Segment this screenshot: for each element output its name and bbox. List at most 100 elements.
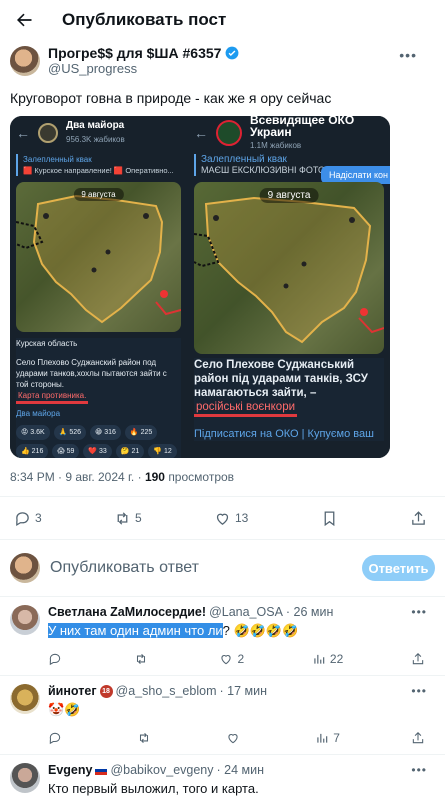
repost-count: 5 xyxy=(135,511,142,525)
repost-icon xyxy=(136,653,145,665)
comment-avatar[interactable] xyxy=(10,605,40,635)
highlighted-text: російські воєнкори xyxy=(194,400,298,417)
subscribe-link: Підписатися на ОКО | Купуємо ваш xyxy=(194,428,374,440)
repost-button[interactable] xyxy=(134,652,152,666)
message-body: Село Плехове Суджанський район під удара… xyxy=(194,359,368,399)
bookmark-button[interactable] xyxy=(321,510,338,527)
comment[interactable]: Светлана ZаМилосердие! @Lana_OSA · 26 ми… xyxy=(0,597,445,675)
comment-time[interactable]: · 17 мин xyxy=(219,684,267,698)
user-avatar xyxy=(10,553,40,583)
map-date-tag: 9 августа xyxy=(73,188,124,201)
comment-text: Кто первый выложил, того и карта. xyxy=(48,781,259,796)
share-icon xyxy=(412,510,425,525)
back-arrow-icon: ← xyxy=(16,125,30,141)
post-actions: 3 5 13 xyxy=(0,497,445,539)
reply-submit-button[interactable]: Ответить xyxy=(362,555,435,581)
share-button[interactable] xyxy=(411,731,425,745)
reply-button[interactable]: 3 xyxy=(14,510,42,527)
repost-button[interactable] xyxy=(137,731,155,745)
views-count: 190 xyxy=(144,470,165,484)
map-image: 9 августа xyxy=(16,182,181,332)
comment-avatar[interactable] xyxy=(10,684,40,714)
heart-icon xyxy=(228,734,238,744)
comment-author-handle[interactable]: @babikov_evgeny xyxy=(110,763,213,777)
signature: Два майора xyxy=(16,409,61,418)
reply-icon xyxy=(16,511,29,526)
views-button[interactable]: 22 xyxy=(312,652,343,666)
map-date-tag: 9 августа xyxy=(259,188,319,203)
region-label: Курская область xyxy=(16,339,78,348)
post-text: Круговорот говна в природе - как же я ор… xyxy=(10,90,332,106)
more-options-icon[interactable]: ••• xyxy=(399,47,417,63)
like-count: 13 xyxy=(235,511,249,525)
reply-icon xyxy=(49,653,61,666)
author-handle[interactable]: @US_progress xyxy=(48,61,239,77)
back-arrow-icon: ← xyxy=(194,125,208,141)
reply-button[interactable] xyxy=(48,731,66,745)
map-drawing xyxy=(194,196,384,344)
comment-time[interactable]: · 26 мин xyxy=(286,605,334,619)
post-author-row: Прогре$$ для $ША #6357 @US_progress ••• xyxy=(10,40,435,82)
comment-time[interactable]: · 24 мин xyxy=(217,763,265,777)
media-right-panel: ← Всевидящее ОКО Украин 1.1M жабиков Зал… xyxy=(188,116,390,458)
channel-subs: 956.3K жабиков xyxy=(66,135,125,144)
comment-avatar[interactable] xyxy=(10,763,40,793)
bookmark-icon xyxy=(324,510,335,526)
comment-actions: 7 xyxy=(48,722,435,754)
comment-author-name[interactable]: йинотег xyxy=(48,684,97,698)
comment-author-name[interactable]: Светлана ZаМилосердие! xyxy=(48,605,206,619)
highlighted-text: Карта противника. xyxy=(16,390,89,404)
share-icon xyxy=(412,732,424,744)
more-options-icon[interactable]: ••• xyxy=(411,763,427,777)
back-arrow-icon[interactable] xyxy=(12,8,36,32)
author-avatar[interactable] xyxy=(10,46,40,76)
views-chart-icon xyxy=(314,654,325,664)
channel-subs: 1.1M жабиков xyxy=(250,141,302,150)
media-left-panel: ← Два майора 956.3K жабиков Залепленный … xyxy=(10,116,187,458)
more-options-icon[interactable]: ••• xyxy=(411,605,427,619)
post-meta: 8:34 PM · 9 авг. 2024 г. · 190 просмотро… xyxy=(10,470,235,484)
like-button[interactable]: 2 xyxy=(219,652,244,666)
post-media-image[interactable]: ← Два майора 956.3K жабиков Залепленный … xyxy=(10,116,390,458)
share-icon xyxy=(412,653,424,665)
heart-icon xyxy=(216,513,229,525)
reply-icon xyxy=(49,732,61,745)
selected-text: У них там один админ что ли xyxy=(48,623,223,638)
age-badge-icon: 18 xyxy=(99,684,113,698)
channel-avatar xyxy=(216,120,242,146)
reply-count: 3 xyxy=(35,511,42,525)
post-timestamp[interactable]: 8:34 PM · 9 авг. 2024 г. xyxy=(10,470,134,484)
channel-name: Два майора xyxy=(66,120,125,131)
like-button[interactable] xyxy=(226,731,244,745)
views-button[interactable]: 7 xyxy=(315,731,340,745)
verified-badge-icon xyxy=(226,46,239,60)
more-options-icon[interactable]: ••• xyxy=(411,684,427,698)
comment[interactable]: Evgeny @babikov_evgeny · 24 мин Кто перв… xyxy=(0,755,445,800)
heart-icon xyxy=(221,655,232,665)
main-post: Прогре$$ для $ША #6357 @US_progress ••• … xyxy=(0,40,445,484)
russia-flag-icon xyxy=(95,765,108,775)
channel-name: Всевидящее ОКО Украин xyxy=(250,116,355,139)
map-drawing xyxy=(16,194,181,324)
like-button[interactable]: 13 xyxy=(214,510,248,527)
reply-button[interactable] xyxy=(48,652,66,666)
pinned-message: Залепленный квак 🟥 Курское направление! … xyxy=(16,154,181,176)
channel-avatar xyxy=(38,123,58,143)
repost-button[interactable]: 5 xyxy=(114,510,142,527)
comment-actions: 2 22 xyxy=(48,643,435,675)
page-title: Опубликовать пост xyxy=(62,10,227,29)
comment-text: 🤡🤣 xyxy=(48,702,81,717)
reply-input[interactable]: Опубликовать ответ xyxy=(50,559,362,577)
top-bar: Опубликовать пост xyxy=(0,0,445,40)
share-button[interactable] xyxy=(410,510,427,527)
comment-author-handle[interactable]: @a_sho_s_eblom xyxy=(116,684,217,698)
share-button[interactable] xyxy=(411,652,425,666)
comment-author-handle[interactable]: @Lana_OSA xyxy=(209,605,283,619)
reply-composer: Опубликовать ответ Ответить xyxy=(0,540,445,596)
comment[interactable]: йинотег 18 @a_sho_s_eblom · 17 мин 🤡🤣 7 … xyxy=(0,676,445,754)
author-name[interactable]: Прогре$$ для $ША #6357 xyxy=(48,45,221,61)
message-bubble: Село Плехове Суджанський район під удара… xyxy=(194,358,384,441)
repost-icon xyxy=(140,732,149,744)
comment-author-name[interactable]: Evgeny xyxy=(48,763,92,777)
reactions: 😡 3.6K 🙏 526 😁 316 🔥 225 👍 216 😱 59 ❤️ 3… xyxy=(16,425,181,458)
